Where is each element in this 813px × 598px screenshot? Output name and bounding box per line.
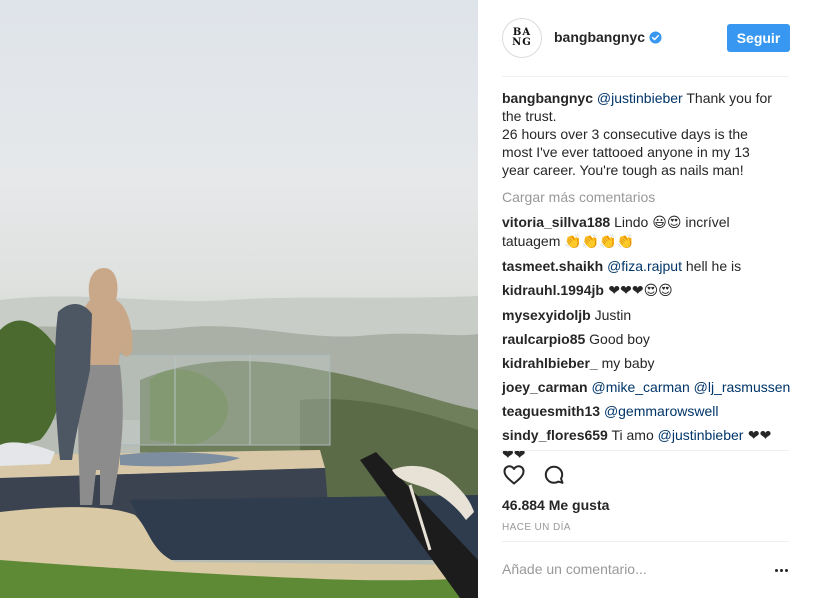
load-more-comments-link[interactable]: Cargar más comentarios [502, 188, 792, 206]
comment-emoji: 👏👏👏👏 [564, 234, 634, 250]
avatar[interactable]: BANG [502, 18, 542, 58]
more-options-icon[interactable] [771, 560, 791, 580]
comment-text: Ti amo [607, 427, 658, 443]
comment-emoji: ❤❤ [743, 428, 772, 444]
likes-count[interactable]: 46.884 Me gusta [502, 497, 609, 513]
comment-item: kidrauhl.1994jb ❤❤❤😍😍 [502, 281, 792, 300]
comment-item: sindy_flores659 Ti amo @justinbieber ❤❤ … [502, 426, 792, 464]
avatar-logo: BANG [512, 27, 532, 48]
comment-mention[interactable]: @lj_rasmussen [694, 379, 791, 395]
dot [779, 568, 783, 572]
comment-author[interactable]: tasmeet.shaikh [502, 258, 603, 274]
follow-button[interactable]: Seguir [727, 24, 790, 52]
comment-author[interactable]: mysexyidoljb [502, 307, 591, 323]
comment-text: Good boy [585, 331, 650, 347]
comment-item: vitoria_sillva188 Lindo 😃😍 incrível tatu… [502, 213, 792, 251]
comment-mention[interactable]: @justinbieber [658, 427, 744, 443]
photo-scene [0, 268, 478, 598]
caption-mention[interactable]: @justinbieber [597, 90, 683, 106]
comment-mention[interactable]: @fiza.rajput [607, 258, 682, 274]
post-timestamp[interactable]: HACE UN DÍA [502, 522, 571, 533]
caption-text-2: the trust. [502, 108, 557, 124]
add-comment-input[interactable] [502, 552, 762, 586]
comment-mention[interactable]: @gemmarowswell [604, 403, 719, 419]
comment-author[interactable]: sindy_flores659 [502, 427, 608, 443]
comment-text: hell he is [681, 258, 742, 274]
header-divider [502, 76, 789, 77]
dot [774, 568, 778, 572]
verified-badge-icon [649, 31, 662, 44]
add-comment-divider [502, 541, 789, 542]
comment-item: mysexyidoljb Justin [502, 306, 792, 324]
comment-item: raulcarpio85 Good boy [502, 330, 792, 348]
post-panel: BANG bangbangnyc Seguir bangbangnyc @jus… [478, 0, 813, 598]
towel [0, 442, 55, 466]
comment-item: joey_carman @mike_carman @lj_rasmussen [502, 378, 792, 396]
caption-text-5: year career. You're tough as nails man! [502, 162, 744, 178]
post-header: BANG bangbangnyc Seguir [478, 0, 813, 77]
heart-icon[interactable] [502, 463, 526, 487]
comment-author[interactable]: kidrahlbieber_ [502, 355, 598, 371]
comment-author[interactable]: joey_carman [502, 379, 588, 395]
comment-text: Justin [590, 307, 632, 323]
caption-author[interactable]: bangbangnyc [502, 90, 593, 106]
comment-text: tatuagem [502, 233, 565, 249]
comment-item: tasmeet.shaikh @fiza.rajput hell he is [502, 257, 792, 275]
caption-text-1: Thank you for [682, 90, 772, 106]
dot [784, 568, 788, 572]
comment-author[interactable]: vitoria_sillva188 [502, 214, 610, 230]
comment-author[interactable]: raulcarpio85 [502, 331, 585, 347]
comment-bubble-icon[interactable] [542, 463, 566, 487]
comment-author[interactable]: teaguesmith13 [502, 403, 600, 419]
comment-item: kidrahlbieber_ my baby [502, 354, 792, 372]
comment-mention[interactable]: @mike_carman [592, 379, 690, 395]
comment-emoji: ❤❤❤😍😍 [603, 283, 673, 299]
comment-text: incrível [681, 214, 730, 230]
glass-railing [109, 354, 331, 446]
actions-divider [502, 450, 789, 451]
comment-item: teaguesmith13 @gemmarowswell [502, 402, 792, 420]
caption-text-3: 26 hours over 3 consecutive days is the [502, 126, 748, 142]
post-caption: bangbangnyc @justinbieber Thank you for … [502, 89, 792, 179]
comment-author[interactable]: kidrauhl.1994jb [502, 282, 604, 298]
comment-emoji: 😃😍 [652, 215, 682, 231]
comments-list: bangbangnyc @justinbieber Thank you for … [502, 89, 792, 464]
post-photo[interactable] [0, 0, 478, 598]
comment-text: my baby [597, 355, 655, 371]
author-username[interactable]: bangbangnyc [554, 29, 645, 45]
caption-text-4: most I've ever tattooed anyone in my 13 [502, 144, 750, 160]
comment-text: Lindo [610, 214, 653, 230]
